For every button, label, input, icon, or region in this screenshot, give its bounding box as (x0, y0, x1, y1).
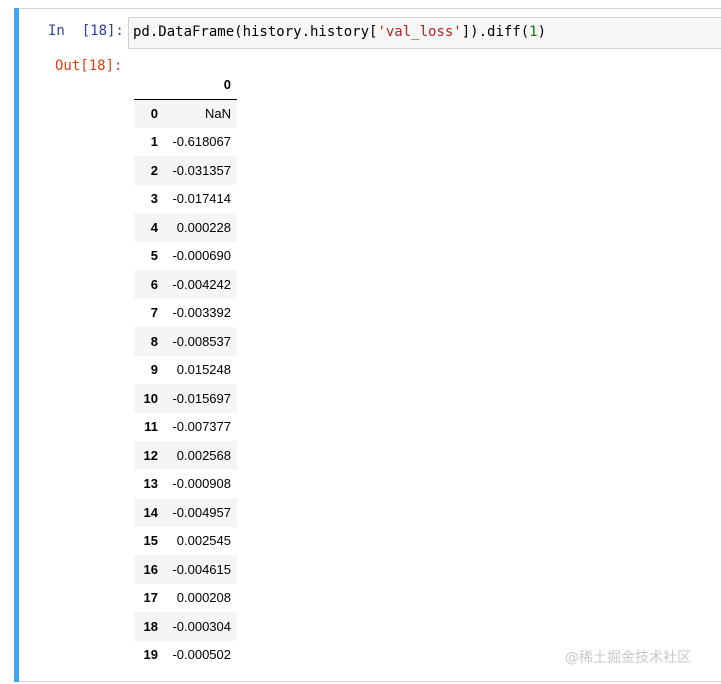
table-row: 15 0.002545 (134, 527, 237, 556)
row-index: 3 (150, 191, 158, 207)
row-value: -0.000690 (172, 248, 231, 264)
row-index: 7 (150, 305, 158, 321)
code-string: 'val_loss' (377, 24, 462, 40)
row-index: 6 (150, 276, 158, 292)
row-value: 0.000208 (176, 590, 231, 606)
dataframe-body: 0 NaN 1 -0.618067 2 -0.031357 3 -0.017414 4 0.000… (134, 99, 237, 669)
watermark: @稀土掘金技术社区 (565, 650, 691, 666)
table-row: 11 -0.007377 (134, 413, 237, 442)
row-value: -0.007377 (172, 419, 231, 435)
dataframe-output: 0 0 NaN 1 -0.618067 2 -0.031357 3 -0.017414 4 0.0… (134, 70, 237, 669)
row-value: -0.618067 (172, 134, 231, 150)
dataframe-header-row: 0 (134, 70, 237, 100)
table-row: 4 0.000228 (134, 213, 237, 242)
selected-cell-indicator (14, 8, 19, 682)
table-row: 13 -0.000908 (134, 470, 237, 499)
row-index: 9 (150, 362, 158, 378)
row-index: 19 (143, 647, 158, 663)
row-index: 0 (150, 106, 158, 121)
row-index: 13 (143, 476, 158, 492)
table-row: 7 -0.003392 (134, 299, 237, 328)
row-value: 0.002568 (176, 447, 231, 463)
row-index: 5 (150, 248, 158, 264)
table-row: 6 -0.004242 (134, 270, 237, 299)
table-row: 8 -0.008537 (134, 327, 237, 356)
input-prompt: In [18]: (48, 23, 124, 39)
row-index: 12 (143, 447, 158, 463)
row-value: -0.000908 (172, 476, 231, 492)
row-value: NaN (204, 106, 231, 121)
row-value: -0.004242 (172, 276, 231, 292)
row-index: 15 (143, 533, 158, 549)
row-index: 16 (143, 561, 158, 577)
row-value: -0.017414 (172, 191, 231, 207)
index-header (134, 70, 164, 100)
code-text: pd.DataFrame(history.history[ (133, 24, 378, 40)
row-index: 4 (150, 219, 158, 235)
row-value: -0.000502 (172, 647, 231, 663)
row-value: -0.008537 (172, 333, 231, 349)
table-row: 12 0.002568 (134, 441, 237, 470)
table-row: 10 -0.015697 (134, 384, 237, 413)
table-row: 18 -0.000304 (134, 612, 237, 641)
output-prompt: Out[18]: (55, 58, 123, 74)
code-text: ]).diff( (461, 24, 530, 40)
table-row: 3 -0.017414 (134, 185, 237, 214)
notebook-cell[interactable] (14, 8, 721, 682)
table-row: 5 -0.000690 (134, 242, 237, 271)
row-value: 0.002545 (176, 533, 231, 549)
row-value: -0.003392 (172, 305, 231, 321)
row-value: 0.000228 (176, 219, 231, 235)
table-row: 0 NaN (134, 99, 237, 128)
code-text: ) (537, 24, 547, 40)
table-row: 9 0.015248 (134, 356, 237, 385)
row-index: 14 (143, 504, 158, 520)
code-line[interactable]: pd.DataFrame(history.history['val_loss']… (133, 24, 546, 40)
row-index: 10 (143, 390, 158, 406)
table-row: 2 -0.031357 (134, 156, 237, 185)
row-value: -0.015697 (172, 390, 231, 406)
code-editor[interactable]: pd.DataFrame(history.history['val_loss']… (128, 17, 721, 49)
row-value: 0.015248 (176, 362, 231, 378)
table-row: 14 -0.004957 (134, 498, 237, 527)
row-index: 18 (143, 618, 158, 634)
table-row: 17 0.000208 (134, 584, 237, 613)
table-row: 1 -0.618067 (134, 128, 237, 157)
row-index: 8 (150, 333, 158, 349)
row-index: 17 (143, 590, 158, 606)
table-row: 16 -0.004615 (134, 555, 237, 584)
row-value: -0.000304 (172, 618, 231, 634)
row-index: 2 (150, 162, 158, 178)
row-index: 11 (144, 419, 158, 435)
row-value: -0.004957 (172, 504, 231, 520)
row-index: 1 (150, 134, 158, 150)
column-header: 0 (164, 70, 237, 100)
row-value: -0.031357 (172, 162, 231, 178)
row-value: -0.004615 (172, 561, 231, 577)
code-number: 1 (529, 24, 538, 40)
table-row: 19 -0.000502 (134, 641, 237, 670)
